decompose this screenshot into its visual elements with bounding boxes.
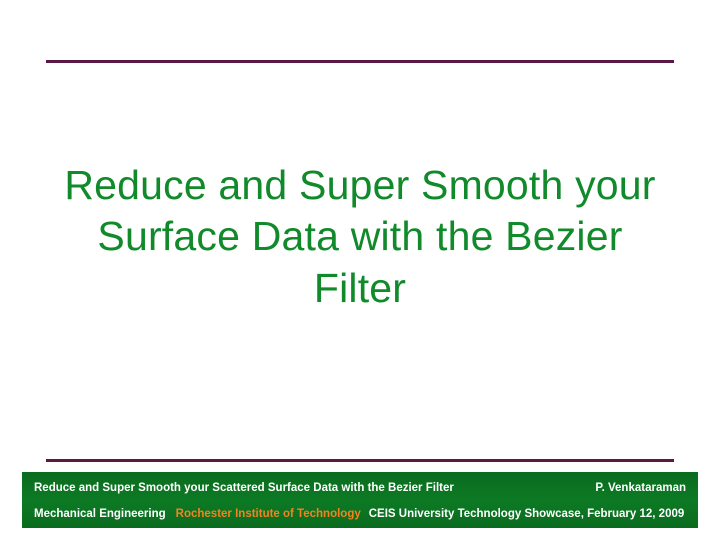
slide-title-block: Reduce and Super Smooth your Surface Dat… — [60, 160, 660, 314]
footer-row-1: Reduce and Super Smooth your Scattered S… — [34, 482, 686, 494]
footer-title: Reduce and Super Smooth your Scattered S… — [34, 482, 454, 494]
footer-author: P. Venkataraman — [595, 482, 686, 494]
footer-event: CEIS University Technology Showcase, Feb… — [369, 508, 685, 520]
slide-title: Reduce and Super Smooth your Surface Dat… — [60, 160, 660, 314]
footer-row-2: Mechanical Engineering Rochester Institu… — [34, 508, 686, 520]
bottom-divider — [46, 459, 674, 462]
footer-bar: Reduce and Super Smooth your Scattered S… — [22, 472, 698, 528]
footer-department: Mechanical Engineering — [34, 508, 166, 520]
top-divider — [46, 60, 674, 63]
footer-institution: Rochester Institute of Technology — [176, 508, 361, 520]
